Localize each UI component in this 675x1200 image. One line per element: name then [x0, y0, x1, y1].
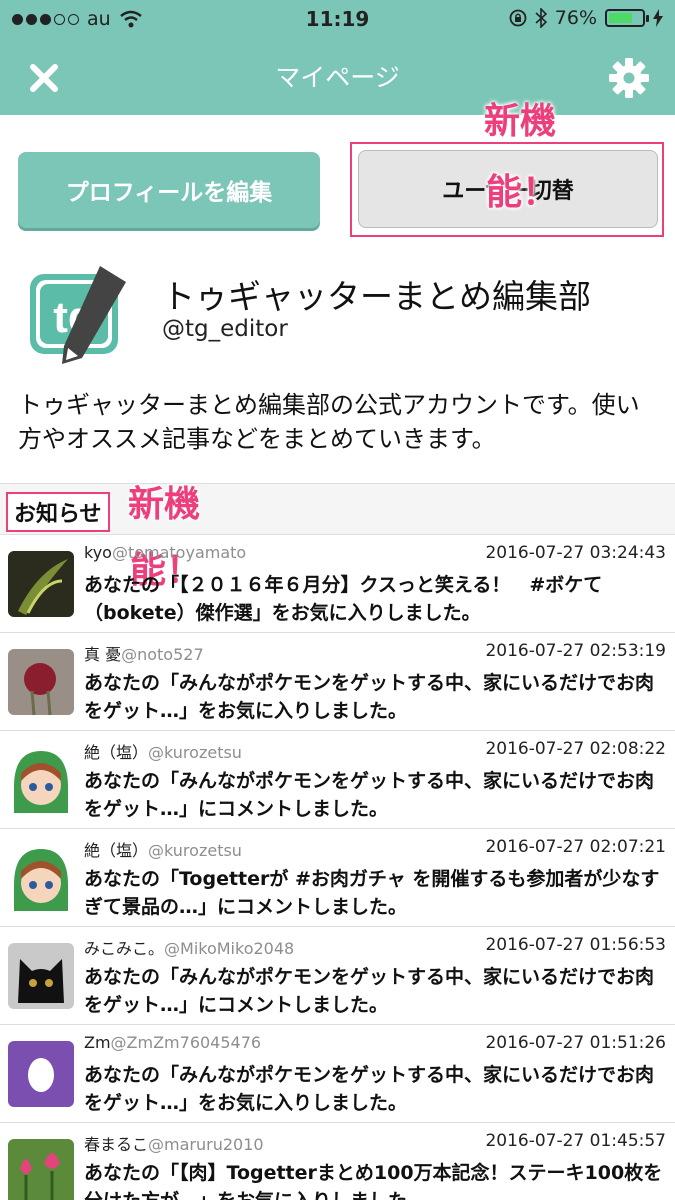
avatar[interactable] [8, 1139, 74, 1200]
user-handle[interactable]: @tomatoyamato [112, 543, 246, 562]
profile-bio: トゥギャッターまとめ編集部の公式アカウントです。使い方やオススメ記事などをまとめ… [18, 391, 640, 453]
profile-name: トゥギャッターまとめ編集部 [162, 277, 591, 316]
avatar[interactable] [8, 943, 74, 1009]
user-name: 絶（塩） [84, 841, 149, 860]
avatar[interactable] [8, 1041, 74, 1107]
notification-item[interactable]: 絶（塩）@kurozetsu 2016-07-27 02:08:22 あなたの「み… [0, 731, 675, 829]
rotation-lock-icon [509, 9, 527, 27]
section-header: お知らせ [0, 483, 675, 535]
gear-icon[interactable] [607, 56, 651, 100]
notification-message: あなたの「みんながポケモンをゲットする中、家にいるだけでお肉をゲット…」をお気に… [84, 1064, 655, 1114]
notification-message: あなたの「Togetterが #お肉ガチャ を開催するも参加者が少なすぎて景品の… [84, 868, 660, 918]
user-handle[interactable]: @noto527 [121, 645, 204, 664]
new-feature-annotation: 能！ [486, 172, 559, 213]
timestamp: 2016-07-27 02:08:22 [485, 739, 666, 759]
user-handle[interactable]: @maruru2010 [148, 1135, 264, 1154]
new-feature-annotation: 新機 [484, 101, 557, 142]
notification-list: kyo@tomatoyamato 2016-07-27 03:24:43 あなたの… [0, 535, 675, 1200]
notification-item[interactable]: 絶（塩）@kurozetsu 2016-07-27 02:07:21 あなたの「T… [0, 829, 675, 927]
battery-icon [605, 9, 649, 27]
avatar[interactable] [8, 551, 74, 617]
timestamp: 2016-07-27 01:51:26 [485, 1033, 666, 1053]
user-handle[interactable]: @kurozetsu [148, 743, 242, 762]
status-bar: au 11:19 76% [0, 0, 675, 38]
avatar[interactable] [8, 649, 74, 715]
charging-icon [653, 9, 663, 27]
user-name: Zm [84, 1033, 111, 1052]
notification-item[interactable]: Zm@ZmZm76045476 2016-07-27 01:51:26 あなたの「… [0, 1025, 675, 1123]
new-feature-annotation: 新機 [128, 484, 201, 525]
user-name: みこみこ。 [84, 939, 165, 958]
user-name: 絶（塩） [84, 743, 149, 762]
notification-item[interactable]: kyo@tomatoyamato 2016-07-27 03:24:43 あなたの… [0, 535, 675, 633]
nav-bar: マイページ [0, 40, 675, 115]
app-header: au 11:19 76% マイページ [0, 0, 675, 115]
user-handle[interactable]: @MikoMiko2048 [164, 939, 294, 958]
notification-message: あなたの「みんながポケモンをゲットする中、家にいるだけでお肉をゲット…」をお気に… [84, 672, 655, 722]
user-name: 春まるこ [84, 1135, 149, 1154]
user-name: kyo [84, 543, 112, 562]
timestamp: 2016-07-27 02:53:19 [485, 641, 666, 661]
togetter-logo: tg [30, 266, 126, 364]
timestamp: 2016-07-27 02:07:21 [485, 837, 666, 857]
notification-item[interactable]: 真 憂@noto527 2016-07-27 02:53:19 あなたの「みんなが… [0, 633, 675, 731]
timestamp: 2016-07-27 03:24:43 [485, 543, 666, 563]
timestamp: 2016-07-27 01:45:57 [485, 1131, 666, 1151]
user-handle[interactable]: @ZmZm76045476 [111, 1033, 262, 1052]
avatar[interactable] [8, 747, 74, 813]
profile-handle: @tg_editor [162, 316, 288, 342]
timestamp: 2016-07-27 01:56:53 [485, 935, 666, 955]
notification-message: あなたの「【肉】Togetterまとめ100万本記念！ステーキ100枚を分けた方… [84, 1162, 663, 1200]
notification-message: あなたの「みんながポケモンをゲットする中、家にいるだけでお肉をゲット…」にコメン… [84, 966, 655, 1016]
avatar[interactable] [8, 845, 74, 911]
notification-message: あなたの「【２０１６年６月分】クスっと笑える！ #ボケて（bokete）傑作選」… [84, 574, 603, 624]
edit-profile-button[interactable]: プロフィールを編集 [18, 152, 320, 228]
page-title: マイページ [275, 63, 400, 92]
notification-item[interactable]: 春まるこ@maruru2010 2016-07-27 01:45:57 あなたの「… [0, 1123, 675, 1200]
battery-percentage: 76% [554, 7, 597, 29]
user-handle[interactable]: @kurozetsu [148, 841, 242, 860]
notification-message: あなたの「みんながポケモンをゲットする中、家にいるだけでお肉をゲット…」にコメン… [84, 770, 655, 820]
bluetooth-icon [535, 8, 547, 28]
section-label[interactable]: お知らせ [6, 492, 110, 532]
user-name: 真 憂 [84, 645, 122, 664]
notification-item[interactable]: みこみこ。@MikoMiko2048 2016-07-27 01:56:53 あな… [0, 927, 675, 1025]
